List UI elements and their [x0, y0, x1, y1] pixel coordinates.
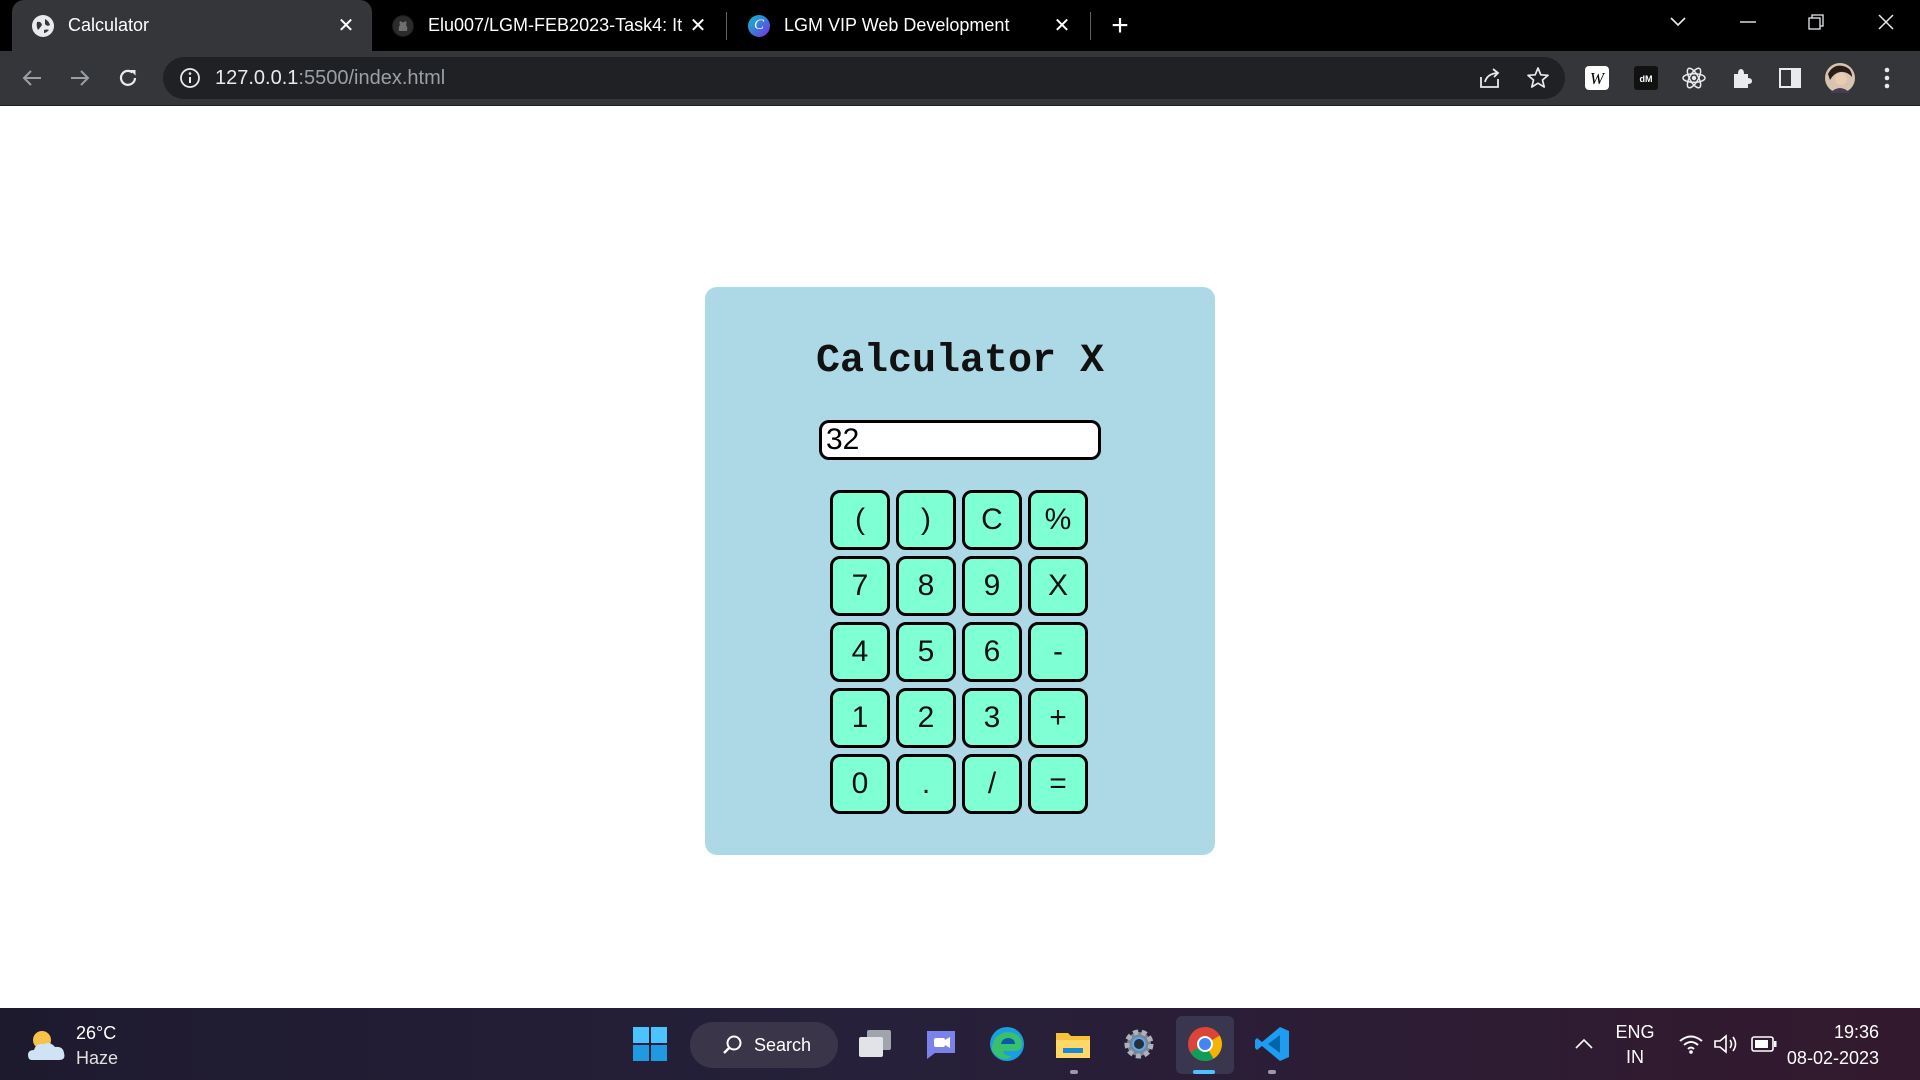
svg-text:dM: dM [1640, 74, 1653, 84]
key-add[interactable]: + [1028, 688, 1088, 748]
close-window-icon[interactable] [1856, 0, 1916, 44]
bookmark-star-icon[interactable] [1526, 66, 1550, 90]
close-tab-icon[interactable]: ✕ [1048, 12, 1076, 40]
key-1[interactable]: 1 [830, 688, 890, 748]
info-icon[interactable] [178, 66, 202, 90]
tab-calculator[interactable]: Calculator ✕ [12, 0, 372, 51]
globe-icon [32, 14, 54, 37]
tab-separator [1090, 12, 1091, 40]
tab-title: Calculator [68, 15, 150, 35]
key-0[interactable]: 0 [830, 754, 890, 814]
tab-title: Elu007/LGM-FEB2023-Task4: It is [428, 15, 684, 35]
calculator-title: Calculator X [815, 339, 1105, 384]
share-icon[interactable] [1478, 66, 1502, 90]
calculator-panel: Calculator X ( ) C % 7 8 9 X 4 5 6 - 1 2… [705, 287, 1215, 855]
keypad: ( ) C % 7 8 9 X 4 5 6 - 1 2 3 + 0 . / = [830, 490, 1090, 814]
key-multiply[interactable]: X [1028, 556, 1088, 616]
wifi-icon[interactable] [1677, 1030, 1705, 1058]
extension-w-icon[interactable]: W [1584, 65, 1610, 91]
svg-text:W: W [1590, 69, 1606, 88]
key-clear[interactable]: C [962, 490, 1022, 550]
browser-toolbar: 127.0.0.1:5500/index.html W dM [0, 51, 1920, 106]
volume-icon[interactable] [1712, 1030, 1740, 1058]
side-panel-icon[interactable] [1777, 65, 1803, 91]
key-5[interactable]: 5 [896, 622, 956, 682]
tab-title: LGM VIP Web Development [784, 15, 1010, 35]
teams-chat-icon[interactable] [921, 1024, 961, 1064]
menu-dots-icon[interactable] [1874, 65, 1900, 91]
tab-search-icon[interactable] [1648, 0, 1708, 44]
key-3[interactable]: 3 [962, 688, 1022, 748]
clock-date[interactable]: 08-02-2023 [1787, 1048, 1879, 1069]
url-text[interactable]: 127.0.0.1:5500/index.html [215, 67, 445, 90]
new-tab-button[interactable]: + [1103, 9, 1137, 43]
canva-icon: C [748, 14, 770, 37]
battery-icon[interactable] [1750, 1030, 1778, 1058]
key-subtract[interactable]: - [1028, 622, 1088, 682]
restore-icon[interactable] [1786, 0, 1846, 44]
search-icon [722, 1034, 744, 1056]
key-9[interactable]: 9 [962, 556, 1022, 616]
key-equals[interactable]: = [1028, 754, 1088, 814]
active-indicator [1193, 1070, 1215, 1074]
weather-temperature[interactable]: 26°C [76, 1023, 116, 1044]
tab-lgm[interactable]: C LGM VIP Web Development ✕ [728, 0, 1088, 51]
close-tab-icon[interactable]: ✕ [684, 12, 712, 40]
extension-dm-icon[interactable]: dM [1633, 65, 1659, 91]
vscode-icon[interactable] [1252, 1024, 1292, 1064]
key-7[interactable]: 7 [830, 556, 890, 616]
github-icon [392, 14, 414, 37]
input-language-bottom[interactable]: IN [1612, 1047, 1658, 1068]
react-devtools-icon[interactable] [1681, 65, 1707, 91]
url-path: :5500/index.html [298, 67, 446, 89]
start-windows-icon[interactable] [630, 1024, 670, 1064]
settings-gear-icon[interactable] [1119, 1024, 1159, 1064]
key-8[interactable]: 8 [896, 556, 956, 616]
weather-description[interactable]: Haze [76, 1048, 118, 1069]
key-6[interactable]: 6 [962, 622, 1022, 682]
forward-button[interactable] [62, 60, 98, 96]
weather-haze-icon[interactable] [26, 1026, 68, 1064]
minimize-icon[interactable] [1718, 0, 1778, 44]
tab-separator [726, 12, 727, 40]
taskbar-search-button[interactable]: Search [690, 1022, 838, 1068]
reload-button[interactable] [110, 60, 146, 96]
clock-time[interactable]: 19:36 [1834, 1022, 1879, 1043]
close-tab-icon[interactable]: ✕ [332, 12, 360, 40]
edge-browser-icon[interactable] [987, 1024, 1027, 1064]
tab-strip: Calculator ✕ Elu007/LGM-FEB2023-Task4: I… [0, 0, 1920, 51]
input-language-top[interactable]: ENG [1612, 1022, 1658, 1043]
search-label: Search [754, 1034, 812, 1055]
show-hidden-icons-chevron[interactable] [1570, 1030, 1598, 1058]
key-percent[interactable]: % [1028, 490, 1088, 550]
profile-avatar[interactable] [1825, 63, 1855, 93]
running-indicator [1268, 1070, 1276, 1074]
key-close-paren[interactable]: ) [896, 490, 956, 550]
taskbar: 26°C Haze Search ENG IN 19:36 08-02-2023 [0, 1008, 1920, 1080]
key-2[interactable]: 2 [896, 688, 956, 748]
key-divide[interactable]: / [962, 754, 1022, 814]
tab-github[interactable]: Elu007/LGM-FEB2023-Task4: It is ✕ [372, 0, 724, 51]
back-button[interactable] [14, 60, 50, 96]
address-bar[interactable]: 127.0.0.1:5500/index.html [163, 57, 1565, 99]
url-host: 127.0.0.1 [215, 67, 299, 89]
extensions-puzzle-icon[interactable] [1729, 65, 1755, 91]
calculator-display[interactable] [819, 420, 1101, 460]
chrome-browser-icon[interactable] [1185, 1024, 1225, 1064]
running-indicator [1070, 1070, 1078, 1074]
task-view-icon[interactable] [855, 1024, 895, 1064]
key-open-paren[interactable]: ( [830, 490, 890, 550]
key-4[interactable]: 4 [830, 622, 890, 682]
file-explorer-icon[interactable] [1053, 1024, 1093, 1064]
key-decimal[interactable]: . [896, 754, 956, 814]
